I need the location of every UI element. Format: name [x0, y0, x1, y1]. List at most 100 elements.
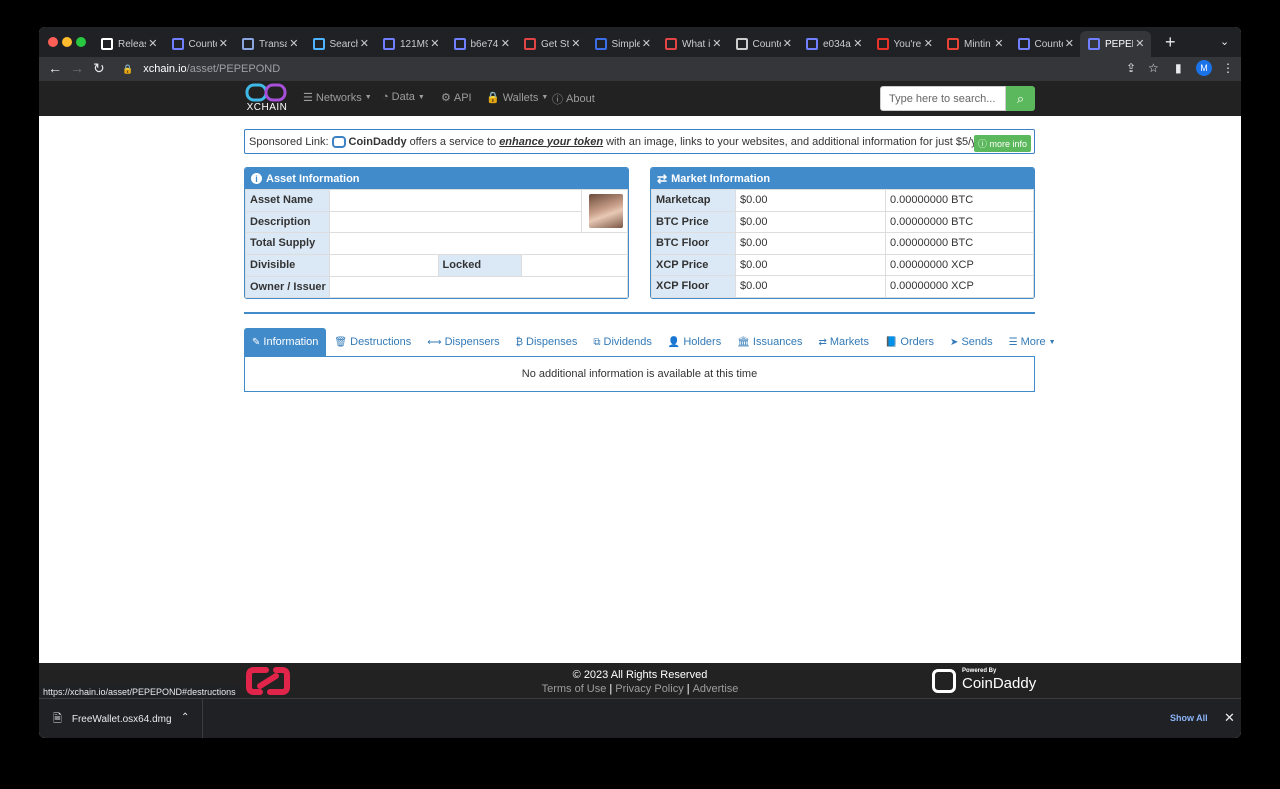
asset-information-header: i Asset Information [245, 168, 628, 189]
tab-dispensers[interactable]: ⟷ Dispensers [419, 328, 507, 356]
tab-dispenses[interactable]: ₿ Dispenses [508, 328, 586, 356]
sponsor-brand[interactable]: CoinDaddy [349, 136, 407, 148]
info-icon: ⓘ [552, 94, 563, 106]
tab-content: No additional information is available a… [244, 356, 1035, 392]
show-all-downloads-button[interactable]: Show All [1170, 713, 1208, 723]
forward-arrow-icon[interactable]: → [70, 60, 84, 76]
tab-sends[interactable]: ➤ Sends [942, 328, 1001, 356]
enhance-token-link[interactable]: enhance your token [499, 136, 603, 148]
browser-tab[interactable]: You're ✕ [869, 31, 940, 57]
tab-issuances[interactable]: 🏛 Issuances [729, 328, 810, 356]
nav-about[interactable]: ⓘ About [552, 91, 595, 107]
sitemap-icon: ⧉ [593, 336, 601, 348]
share-icon[interactable]: ⇪ [1126, 61, 1136, 75]
tab-destructions[interactable]: 🗑 Destructions [326, 328, 419, 356]
market-native-value: 0.00000000 BTC [885, 232, 1034, 255]
browser-tab[interactable]: Counte✕ [1010, 31, 1081, 57]
browser-tab[interactable]: Counte✕ [164, 31, 235, 57]
tab-markets[interactable]: ⇄ Markets [810, 328, 877, 356]
browser-tab[interactable]: Mintin ✕ [939, 31, 1010, 57]
nav-api[interactable]: ⚙ API [441, 91, 472, 105]
lock-icon: 🔒 [486, 92, 500, 104]
user-icon: 👤 [667, 336, 681, 348]
terms-of-use-link[interactable]: Terms of Use [542, 683, 607, 695]
browser-tab[interactable]: Counte✕ [728, 31, 799, 57]
browser-tab[interactable]: Get St ✕ [516, 31, 587, 57]
search-icon: ⌕ [1016, 90, 1025, 106]
browser-tab[interactable]: What i ✕ [657, 31, 728, 57]
tab-close-icon[interactable]: ✕ [1135, 37, 1144, 50]
more-info-button[interactable]: ⓘ more info [973, 135, 1031, 152]
tab-close-icon[interactable]: ✕ [289, 37, 298, 50]
nav-wallets[interactable]: 🔒 Wallets ▼ [486, 91, 549, 105]
tab-label: Dividends [603, 336, 652, 348]
tab-label: Releas [118, 38, 146, 50]
tab-label: Simple [611, 38, 640, 50]
download-item[interactable]: 🗎 FreeWallet.osx64.dmg ⌃ [39, 699, 203, 738]
browser-tab[interactable]: Simple ✕ [587, 31, 658, 57]
tab-close-icon[interactable]: ✕ [783, 37, 792, 50]
browser-window: Releas✕Counte✕Transa✕Search✕121M9✕b6e74✕… [39, 27, 1241, 738]
caret-down-icon: ▼ [541, 94, 549, 101]
zoom-window-button[interactable] [76, 37, 86, 47]
tab-close-icon[interactable]: ✕ [219, 37, 228, 50]
close-icon[interactable]: ✕ [1224, 710, 1235, 726]
description-value [328, 210, 583, 233]
locked-label: Locked [438, 254, 522, 276]
tab-close-icon[interactable]: ✕ [501, 37, 510, 50]
tab-dividends[interactable]: ⧉ Dividends [585, 328, 659, 356]
database-icon: ☰ [303, 92, 313, 104]
tab-label: Orders [900, 336, 935, 348]
new-tab-button[interactable]: + [1165, 32, 1176, 53]
bookmark-star-icon[interactable]: ☆ [1148, 61, 1159, 75]
tab-close-icon[interactable]: ✕ [148, 37, 157, 50]
market-usd-value: $0.00 [735, 253, 886, 276]
market-usd-value: $0.00 [735, 210, 886, 233]
browser-tab[interactable]: e034a ✕ [798, 31, 869, 57]
tab-close-icon[interactable]: ✕ [1065, 37, 1074, 50]
tab-holders[interactable]: 👤 Holders [660, 328, 729, 356]
browser-tab[interactable]: Releas✕ [93, 31, 164, 57]
browser-tab[interactable]: b6e74 ✕ [446, 31, 517, 57]
search-input[interactable] [880, 86, 1006, 111]
back-arrow-icon[interactable]: ← [48, 60, 62, 76]
market-usd-value: $0.00 [735, 275, 886, 298]
chevron-up-icon[interactable]: ⌃ [181, 712, 189, 723]
logo-text: XCHAIN [246, 102, 288, 113]
side-panel-icon[interactable]: ▮ [1175, 61, 1182, 75]
market-information-table: Marketcap $0.00 0.00000000 BTC BTC Price $0.… [651, 189, 1034, 298]
privacy-policy-link[interactable]: Privacy Policy [615, 683, 683, 695]
tab-close-icon[interactable]: ✕ [994, 37, 1003, 50]
nav-data[interactable]: ◔ Data ▼ [382, 91, 425, 103]
description-label: Description [245, 210, 330, 233]
tab-close-icon[interactable]: ✕ [853, 37, 862, 50]
address-bar[interactable]: 🔒 xchain.io/asset/PEPEPOND [114, 59, 1154, 79]
tab-close-icon[interactable]: ✕ [712, 37, 721, 50]
browser-menu-icon[interactable]: ⋮ [1222, 61, 1234, 75]
nav-networks[interactable]: ☰ Networks ▼ [303, 91, 372, 105]
reload-icon[interactable]: ↻ [93, 60, 105, 77]
tab-close-icon[interactable]: ✕ [360, 37, 369, 50]
tab-orders[interactable]: 📘 Orders [877, 328, 942, 356]
profile-avatar[interactable]: M [1196, 60, 1212, 76]
browser-tab[interactable]: PEPEP✕ [1080, 31, 1151, 57]
close-window-button[interactable] [48, 37, 58, 47]
browser-tab[interactable]: Search✕ [305, 31, 376, 57]
tab-close-icon[interactable]: ✕ [924, 37, 933, 50]
search-button[interactable]: ⌕ [1006, 86, 1035, 111]
advertise-link[interactable]: Advertise [693, 683, 739, 695]
minimize-window-button[interactable] [62, 37, 72, 47]
tab-more[interactable]: ☰ More ▼ [1001, 328, 1064, 356]
browser-tab[interactable]: Transa ✕ [234, 31, 305, 57]
tab-close-icon[interactable]: ✕ [642, 37, 651, 50]
tab-close-icon[interactable]: ✕ [571, 37, 580, 50]
asset-tabs: ✎ Information 🗑 Destructions ⟷ Dispensers ₿ Dis… [244, 328, 1064, 356]
tab-label: Holders [683, 336, 722, 348]
tab-close-icon[interactable]: ✕ [430, 37, 439, 50]
nav-label: About [566, 93, 595, 105]
tab-search-chevron-icon[interactable]: ⌄ [1220, 35, 1229, 48]
browser-tab[interactable]: 121M9 ✕ [375, 31, 446, 57]
tab-label: Issuances [752, 336, 803, 348]
powered-by-coindaddy[interactable]: Powered By CoinDaddy [932, 666, 1036, 696]
tab-information[interactable]: ✎ Information [244, 328, 327, 356]
